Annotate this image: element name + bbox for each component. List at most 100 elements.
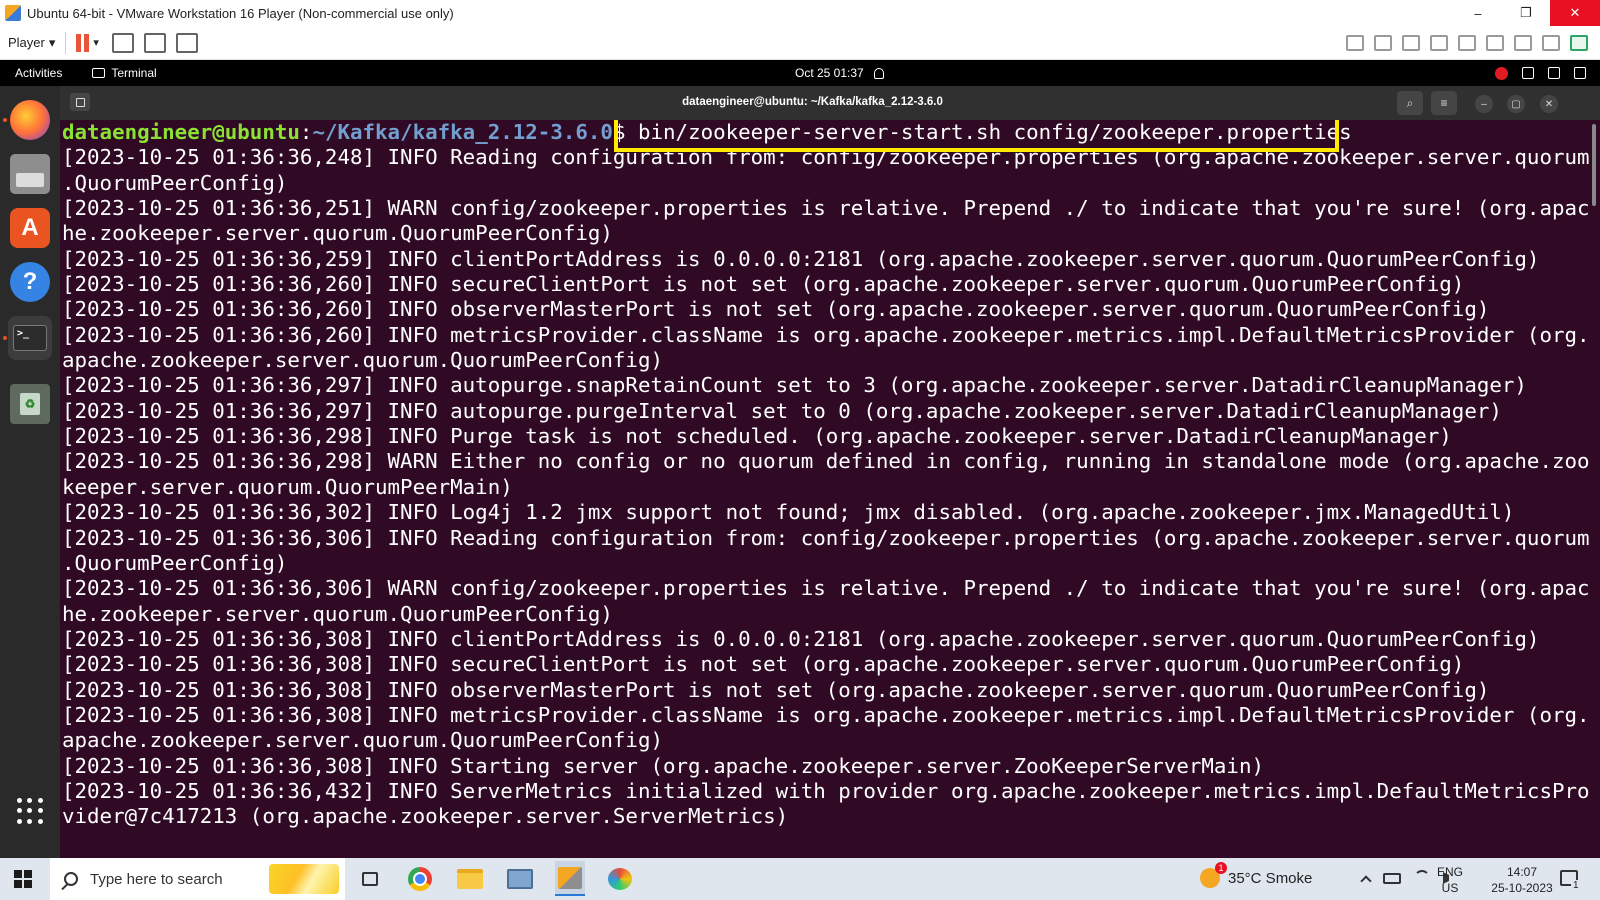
usb-device-2-icon[interactable] [1542,34,1560,51]
chevron-down-icon: ▾ [48,34,56,50]
log-line: [2023-10-25 01:36:36,308] INFO Starting … [62,753,1264,778]
terminal-title: dataengineer@ubuntu: ~/Kafka/kafka_2.12-… [682,96,943,108]
log-line: [2023-10-25 01:36:36,308] INFO secureCli… [62,652,1465,677]
search-highlight-image [269,864,339,894]
terminal-icon [92,68,106,78]
power-icon [1574,67,1586,79]
log-line: [2023-10-25 01:36:36,259] INFO clientPor… [62,246,1540,271]
search-icon [64,872,78,886]
task-view-icon[interactable] [355,865,385,893]
sound-card-icon[interactable] [1486,34,1504,51]
weather-widget[interactable]: 35°C Smoke [1200,862,1312,888]
wifi-icon[interactable] [1414,870,1430,886]
volume-icon [1548,67,1560,79]
log-line: [2023-10-25 01:36:36,298] WARN Either no… [62,449,1590,474]
paint-icon[interactable] [605,865,635,893]
no-entry-icon [1495,66,1508,80]
terminal-minimize-button[interactable]: – [1475,95,1493,113]
running-indicator [3,118,7,122]
unity-icon[interactable] [175,32,198,53]
log-line: he.zookeeper.server.quorum.QuorumPeerCon… [62,221,613,246]
taskbar-search-box[interactable]: Type here to search [50,858,345,900]
region-code: US [1441,881,1459,895]
cd-drive-icon[interactable] [1402,34,1420,51]
device-icons [1346,34,1600,51]
log-line: [2023-10-25 01:36:36,308] INFO observerM… [62,677,1490,702]
language-code: ENG [1437,865,1464,879]
log-line: [2023-10-25 01:36:36,251] WARN config/zo… [62,196,1590,221]
log-line: apache.zookeeper.server.quorum.QuorumPee… [62,348,663,373]
command-highlight-box [614,120,1339,152]
topbar-clock[interactable]: Oct 25 01:37 [795,66,884,80]
files-icon[interactable] [10,154,50,194]
message-log-icon[interactable] [1570,34,1588,51]
printer-icon[interactable] [1458,34,1476,51]
system-tray[interactable] [1495,66,1586,80]
show-hidden-icons-icon[interactable] [1360,874,1372,887]
notification-count: 1 [1571,880,1581,891]
ubuntu-dock: A ? >_ ♻ [0,86,60,858]
terminal-close-button[interactable]: ✕ [1540,95,1558,113]
close-button[interactable]: ✕ [1550,0,1600,26]
activities-button[interactable]: Activities [15,66,62,80]
app-menu-label: Terminal [111,66,157,80]
log-line: [2023-10-25 01:36:36,306] WARN config/zo… [62,576,1590,601]
trash-icon[interactable]: ♻ [10,384,50,424]
log-line: .QuorumPeerConfig) [62,170,288,195]
prompt-user: dataengineer@ubuntu [62,120,300,144]
app-menu-terminal[interactable]: Terminal [92,66,157,80]
terminal-dock-icon[interactable]: >_ [8,316,52,360]
bell-icon [873,67,884,79]
taskbar-time: 14:07 [1506,865,1538,879]
file-explorer-icon[interactable] [455,865,485,893]
terminal-output[interactable]: dataengineer@ubuntu:~/Kafka/kafka_2.12-3… [60,120,1600,858]
minimize-button[interactable]: – [1454,0,1502,26]
player-menu-button[interactable]: Player ▾ [8,35,55,51]
terminal-prompt-glyph: >_ [13,325,47,351]
running-indicator [3,336,7,340]
show-applications-icon[interactable] [17,798,43,824]
network-adapter-icon[interactable] [1430,34,1448,51]
log-line: vider@7c417213 (org.apache.zookeeper.ser… [62,804,789,829]
vmware-toolbar: Player ▾ ▾ [0,26,1600,60]
hard-disk-icon[interactable] [1374,34,1392,51]
restore-button[interactable]: ❐ [1502,0,1550,26]
terminal-text: dataengineer@ubuntu:~/Kafka/kafka_2.12-3… [62,120,1590,830]
input-language[interactable]: ENG US [1437,864,1463,896]
player-menu-label: Player [8,35,45,50]
terminal-scrollbar[interactable] [1592,124,1596,206]
firefox-icon[interactable] [10,100,50,140]
gnome-topbar: Activities Terminal Oct 25 01:37 [0,60,1600,86]
vmware-logo-icon [5,5,21,21]
send-ctrl-alt-del-icon[interactable] [111,32,134,53]
log-line: [2023-10-25 01:36:36,260] INFO secureCli… [62,272,1465,297]
taskbar-clock[interactable]: 14:07 25-10-2023 [1487,864,1557,896]
windows-start-icon[interactable] [14,870,32,888]
vmware-player-taskbar-icon[interactable] [555,861,585,896]
vmware-window-title: Ubuntu 64-bit - VMware Workstation 16 Pl… [27,5,454,21]
forward-icon[interactable] [1346,34,1364,51]
log-line: [2023-10-25 01:36:36,260] INFO observerM… [62,297,1490,322]
recycle-glyph: ♻ [20,393,40,415]
hamburger-menu-button[interactable]: ≡ [1431,91,1457,115]
help-icon[interactable]: ? [10,262,50,302]
search-button[interactable]: ⌕ [1397,91,1423,115]
log-line: [2023-10-25 01:36:36,297] INFO autopurge… [62,373,1527,398]
vmware-titlebar: Ubuntu 64-bit - VMware Workstation 16 Pl… [0,0,1600,26]
fullscreen-icon[interactable] [143,32,166,53]
taskbar-date: 25-10-2023 [1491,881,1553,895]
log-line: [2023-10-25 01:36:36,308] INFO metricsPr… [62,702,1590,727]
ubuntu-software-icon[interactable]: A [10,208,50,248]
pause-icon[interactable] [76,33,90,52]
chrome-icon[interactable] [405,865,435,893]
log-line: [2023-10-25 01:36:36,302] INFO Log4j 1.2… [62,500,1515,525]
toolbar-divider [65,31,67,54]
remote-desktop-icon[interactable] [505,865,535,893]
terminal-maximize-button[interactable]: ▢ [1507,95,1525,113]
usb-device-icon[interactable] [1514,34,1532,51]
battery-icon[interactable] [1383,872,1401,884]
prompt-path: ~/Kafka/kafka_2.12-3.6.0 [312,120,613,144]
log-line: [2023-10-25 01:36:36,306] INFO Reading c… [62,525,1590,550]
prompt-separator: : [299,120,313,144]
pause-dropdown-icon[interactable]: ▾ [93,36,99,49]
